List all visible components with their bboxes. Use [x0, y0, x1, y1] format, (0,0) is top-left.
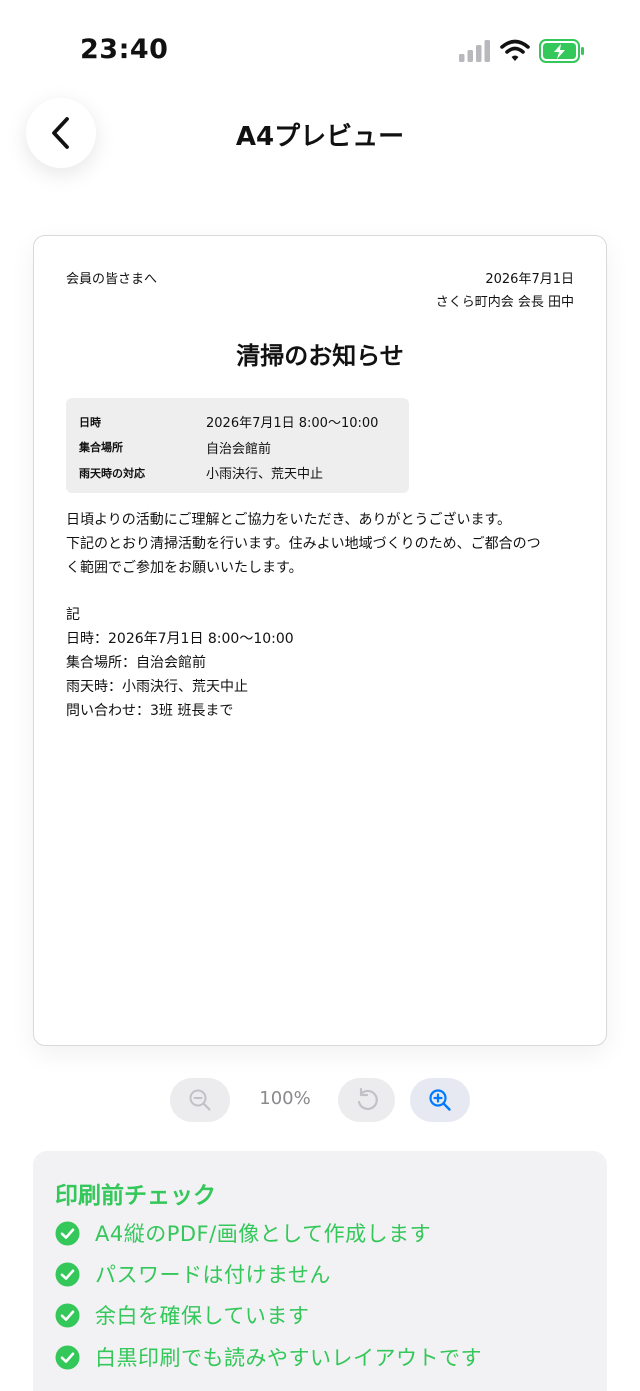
info-label: 集合場所 [79, 441, 123, 455]
zoom-in-button[interactable] [410, 1078, 470, 1122]
body-line: 下記のとおり清掃活動を行います。住みよい地域づくりのため、ご都合のつ [66, 536, 541, 552]
info-row-rain-policy: 雨天時の対応 小雨決行、荒天中止 [79, 460, 396, 486]
check-panel-title: 印刷前チェック [55, 1183, 216, 1209]
info-value: 2026年7月1日 8:00〜10:00 [206, 416, 379, 432]
wifi-icon [500, 39, 530, 61]
document-sender: さくら町内会 会長 田中 [435, 295, 574, 310]
details-line: 雨天時：小雨決行、荒天中止 [66, 679, 248, 695]
check-item: A4縦のPDF/画像として作成します [55, 1218, 431, 1248]
document-body: 日頃よりの活動にご理解とご協力をいただき、ありがとうございます。 下記のとおり清… [66, 508, 586, 580]
zoom-in-icon [429, 1089, 451, 1111]
document-recipient: 会員の皆さまへ [66, 272, 158, 287]
details-line: 問い合わせ：3班 班長まで [66, 703, 234, 719]
check-item-label: A4縦のPDF/画像として作成します [95, 1222, 432, 1246]
check-item-label: 白黒印刷でも読みやすいレイアウトです [95, 1346, 482, 1370]
check-circle-icon [55, 1345, 80, 1369]
body-line: く範囲でご参加をお願いいたします。 [66, 560, 303, 576]
zoom-controls: 100% [0, 1078, 640, 1122]
check-circle-icon [55, 1303, 80, 1327]
details-heading: 記 [66, 607, 80, 623]
status-time: 23:40 [80, 34, 169, 65]
a4-preview-page: 会員の皆さまへ 2026年7月1日 さくら町内会 会長 田中 清掃のお知らせ 日… [33, 235, 607, 1046]
rotate-button[interactable] [338, 1078, 395, 1122]
pre-print-check-panel: 印刷前チェック A4縦のPDF/画像として作成します パスワードは付けません 余… [33, 1151, 607, 1391]
rotate-icon [357, 1087, 378, 1111]
check-circle-icon [55, 1221, 80, 1245]
status-bar: 23:40 [0, 0, 640, 100]
screen: 23:40 A4プレビュー 会員の皆さまへ 2026年7月1日 さくら町内会 会… [0, 0, 640, 1391]
check-item: パスワードは付けません [55, 1259, 331, 1289]
cellular-signal-icon [459, 40, 490, 62]
document-details: 記 日時：2026年7月1日 8:00〜10:00 集合場所：自治会館前 雨天時… [66, 603, 586, 723]
info-summary-box: 日時 2026年7月1日 8:00〜10:00 集合場所 自治会館前 雨天時の対… [66, 398, 409, 493]
check-item-label: 余白を確保しています [95, 1304, 310, 1328]
details-line: 日時：2026年7月1日 8:00〜10:00 [66, 631, 294, 647]
details-line: 集合場所：自治会館前 [66, 655, 206, 671]
page-title: A4プレビュー [235, 122, 405, 152]
body-line: 日頃よりの活動にご理解とご協力をいただき、ありがとうございます。 [66, 512, 512, 528]
info-label: 日時 [79, 415, 101, 429]
zoom-out-icon [189, 1089, 211, 1111]
info-row-meeting-place: 集合場所 自治会館前 [79, 435, 396, 461]
info-label: 雨天時の対応 [79, 466, 145, 480]
document-title: 清掃のお知らせ [236, 342, 404, 370]
check-item: 余白を確保しています [55, 1300, 309, 1330]
info-value: 小雨決行、荒天中止 [206, 467, 324, 483]
check-item-label: パスワードは付けません [95, 1263, 331, 1287]
check-circle-icon [55, 1262, 80, 1286]
info-value: 自治会館前 [206, 441, 272, 457]
info-row-datetime: 日時 2026年7月1日 8:00〜10:00 [79, 409, 396, 435]
battery-charging-icon [539, 39, 584, 63]
document-date: 2026年7月1日 [485, 272, 574, 287]
check-item: 白黒印刷でも読みやすいレイアウトです [55, 1342, 482, 1372]
zoom-out-button[interactable] [170, 1078, 230, 1122]
zoom-level: 100% [259, 1088, 311, 1109]
